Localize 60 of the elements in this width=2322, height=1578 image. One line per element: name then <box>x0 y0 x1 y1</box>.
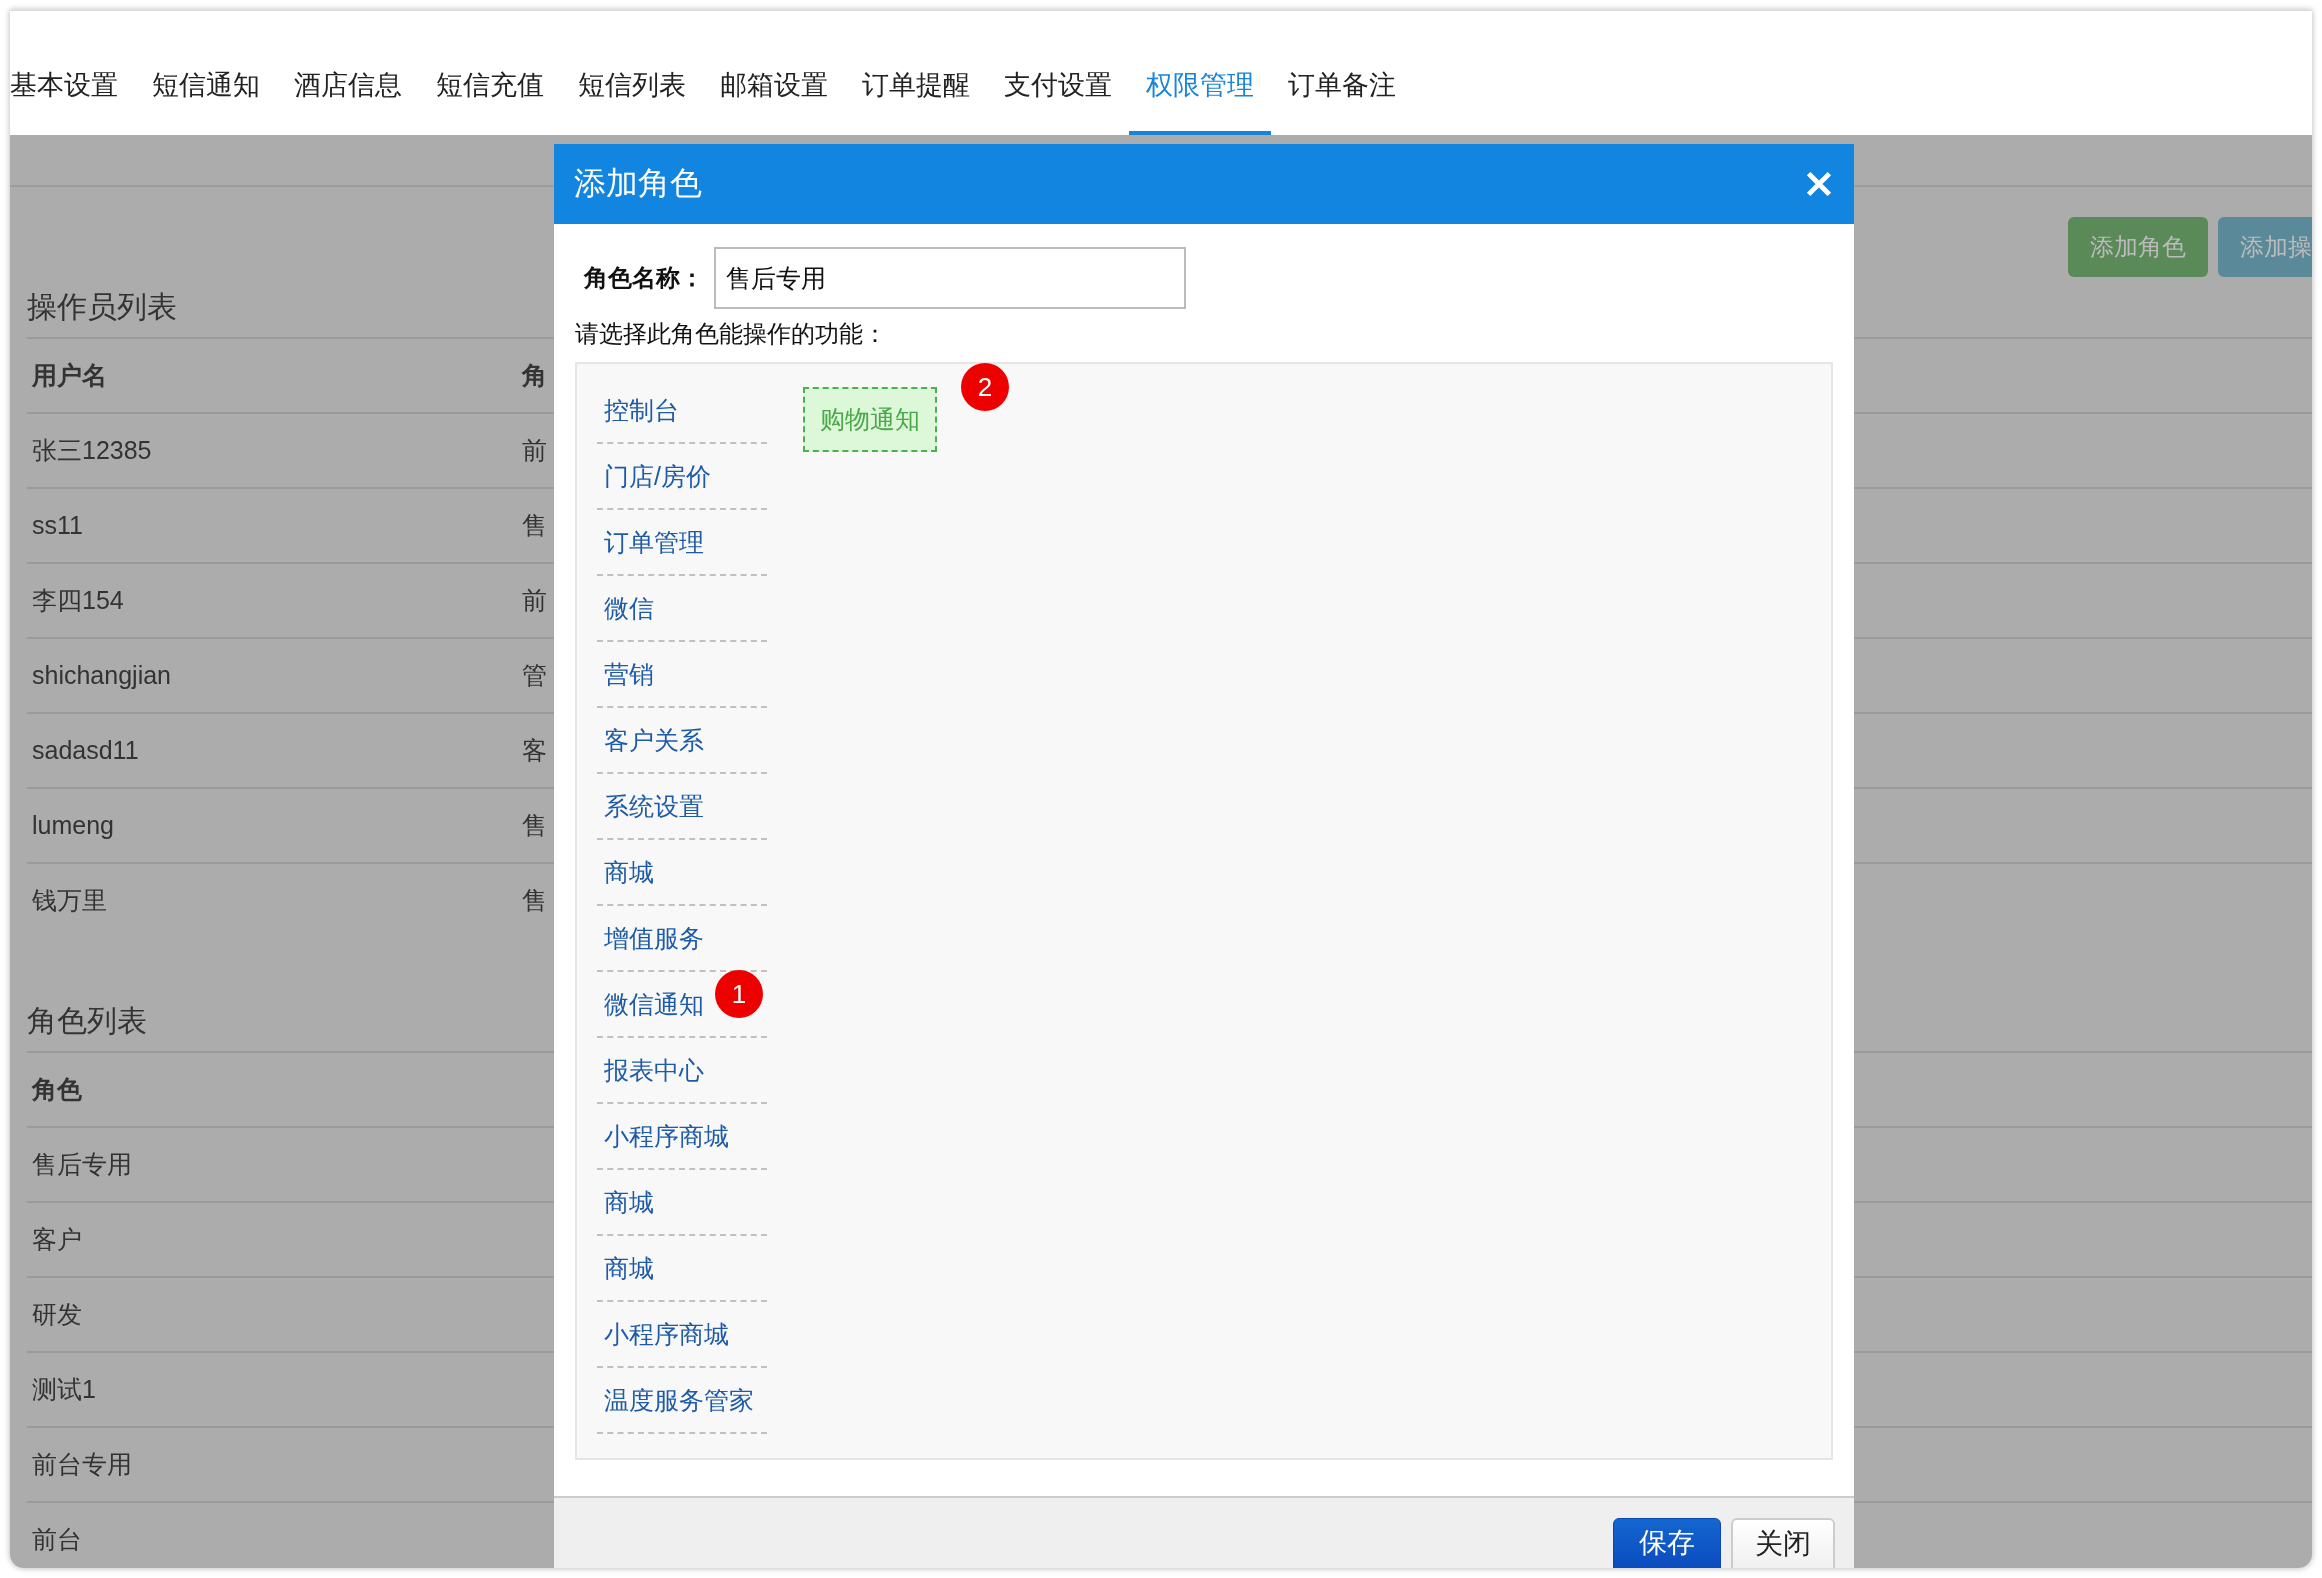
table-cell-text: 售 <box>521 810 547 841</box>
column-header: 角 <box>520 360 547 391</box>
function-item[interactable]: 客户关系 <box>597 723 704 757</box>
instruction-text: 请选择此角色能操作的功能： <box>575 319 887 349</box>
nav-tab[interactable]: 订单备注 <box>1271 67 1413 135</box>
nav-tab[interactable]: 订单提醒 <box>845 67 987 135</box>
function-item[interactable]: 小程序商城 <box>597 1119 729 1153</box>
function-item[interactable]: 微信通知 <box>597 987 704 1021</box>
table-cell-text: 客户 <box>31 1224 82 1255</box>
save-button[interactable]: 保存 <box>1613 1518 1721 1568</box>
dialog-title: 添加角色 <box>574 164 702 203</box>
nav-tab[interactable]: 权限管理 <box>1129 67 1271 135</box>
close-button[interactable]: 关闭 <box>1731 1518 1835 1568</box>
function-item[interactable]: 温度服务管家 <box>597 1383 754 1417</box>
table-cell-text: 售 <box>521 885 547 916</box>
nav-tab[interactable]: 短信列表 <box>561 67 703 135</box>
function-item[interactable]: 增值服务 <box>597 921 704 955</box>
table-cell-text: 研发 <box>31 1299 82 1330</box>
function-item[interactable]: 门店/房价 <box>597 459 711 493</box>
table-cell-text: lumeng <box>31 811 115 840</box>
table-cell-text: 前 <box>521 435 547 466</box>
nav-tab[interactable]: 酒店信息 <box>277 67 419 135</box>
function-item[interactable]: 商城 <box>597 855 654 889</box>
table-cell-text: 售后专用 <box>31 1149 132 1180</box>
table-cell-text: ss11 <box>31 511 84 540</box>
table-cell-text: 李四154 <box>31 585 125 616</box>
close-icon[interactable] <box>1806 171 1832 197</box>
table-cell-text: 前台 <box>31 1524 82 1555</box>
table-cell-text: 管 <box>521 660 547 691</box>
number-badge: 2 <box>961 363 1009 411</box>
table-cell-text: 前台专用 <box>31 1449 132 1480</box>
number-badge: 1 <box>715 970 763 1018</box>
nav-tab[interactable]: 支付设置 <box>987 67 1129 135</box>
table-cell-text: 售 <box>521 510 547 541</box>
function-item[interactable]: 订单管理 <box>597 525 704 559</box>
nav-tab[interactable]: 基本设置 <box>10 67 135 135</box>
function-item[interactable]: 小程序商城 <box>597 1317 729 1351</box>
column-header: 用户名 <box>31 360 108 391</box>
function-item[interactable]: 商城 <box>597 1251 654 1285</box>
function-item[interactable]: 营销 <box>597 657 654 691</box>
nav-tab[interactable]: 短信充值 <box>419 67 561 135</box>
function-item[interactable]: 报表中心 <box>597 1053 704 1087</box>
nav-tab[interactable]: 短信通知 <box>135 67 277 135</box>
table-cell-text: 前 <box>521 585 547 616</box>
function-item[interactable]: 商城 <box>597 1185 654 1219</box>
table-cell-text: 张三12385 <box>31 435 153 466</box>
function-item[interactable]: 微信 <box>597 591 654 625</box>
section-title: 角色列表 <box>27 1003 147 1039</box>
nav-tab[interactable]: 邮箱设置 <box>703 67 845 135</box>
role-name-field[interactable]: 售后专用 <box>714 247 1186 309</box>
table-cell-text: shichangjian <box>31 661 172 690</box>
function-item[interactable]: 系统设置 <box>597 789 704 823</box>
section-title: 操作员列表 <box>27 289 177 325</box>
field-label: 角色名称： <box>582 263 705 293</box>
table-cell-text: 钱万里 <box>31 885 108 916</box>
column-header: 角色 <box>30 1074 82 1105</box>
table-cell-text: 客 <box>521 735 547 766</box>
table-cell-text: 测试1 <box>31 1374 96 1405</box>
table-cell-text: sadasd11 <box>31 736 140 765</box>
function-item[interactable]: 控制台 <box>597 393 679 427</box>
